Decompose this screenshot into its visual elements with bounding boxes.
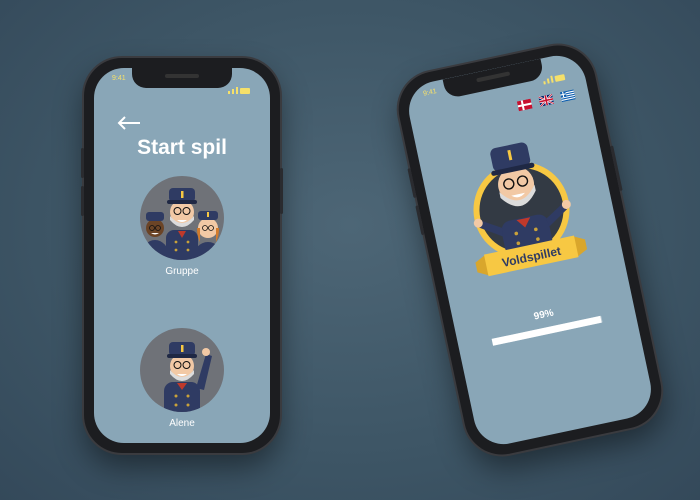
solo-option-label[interactable]: Alene	[94, 418, 270, 429]
group-option-label[interactable]: Gruppe	[94, 266, 270, 277]
conductor-saluting-illustration	[164, 342, 212, 412]
denmark-flag-icon[interactable]	[516, 98, 533, 112]
phone-left-power-button	[280, 168, 283, 214]
phone-right-power-button	[610, 145, 623, 192]
solo-option-button[interactable]	[140, 328, 224, 412]
page-title: Start spil	[137, 136, 227, 159]
phone-left-side-button	[81, 186, 84, 216]
arrow-left-icon[interactable]	[116, 116, 142, 130]
status-icons	[538, 60, 569, 85]
phone-right-side-button	[407, 168, 417, 199]
phone-left-side-button	[81, 148, 84, 178]
status-icons	[226, 75, 256, 94]
group-conductors-illustration	[141, 188, 223, 260]
uk-flag-icon[interactable]	[537, 93, 555, 108]
greece-flag-icon[interactable]	[559, 89, 576, 103]
status-time: 9:41	[422, 88, 438, 98]
screen-loading: 9:41 Voldspillet 99%	[403, 50, 657, 450]
phone-right-side-button	[415, 205, 425, 236]
group-option-button[interactable]	[140, 176, 224, 260]
conductor-logo-illustration	[473, 142, 588, 277]
language-selector	[516, 85, 576, 112]
phone-right: 9:41 Voldspillet 99%	[391, 38, 669, 462]
screen-start-game: 9:41 Start spil Gruppe Alene	[94, 68, 270, 443]
phone-left: 9:41 Start spil Gruppe Alene	[81, 58, 283, 453]
status-time: 9:41	[112, 75, 126, 82]
notch	[132, 68, 232, 88]
